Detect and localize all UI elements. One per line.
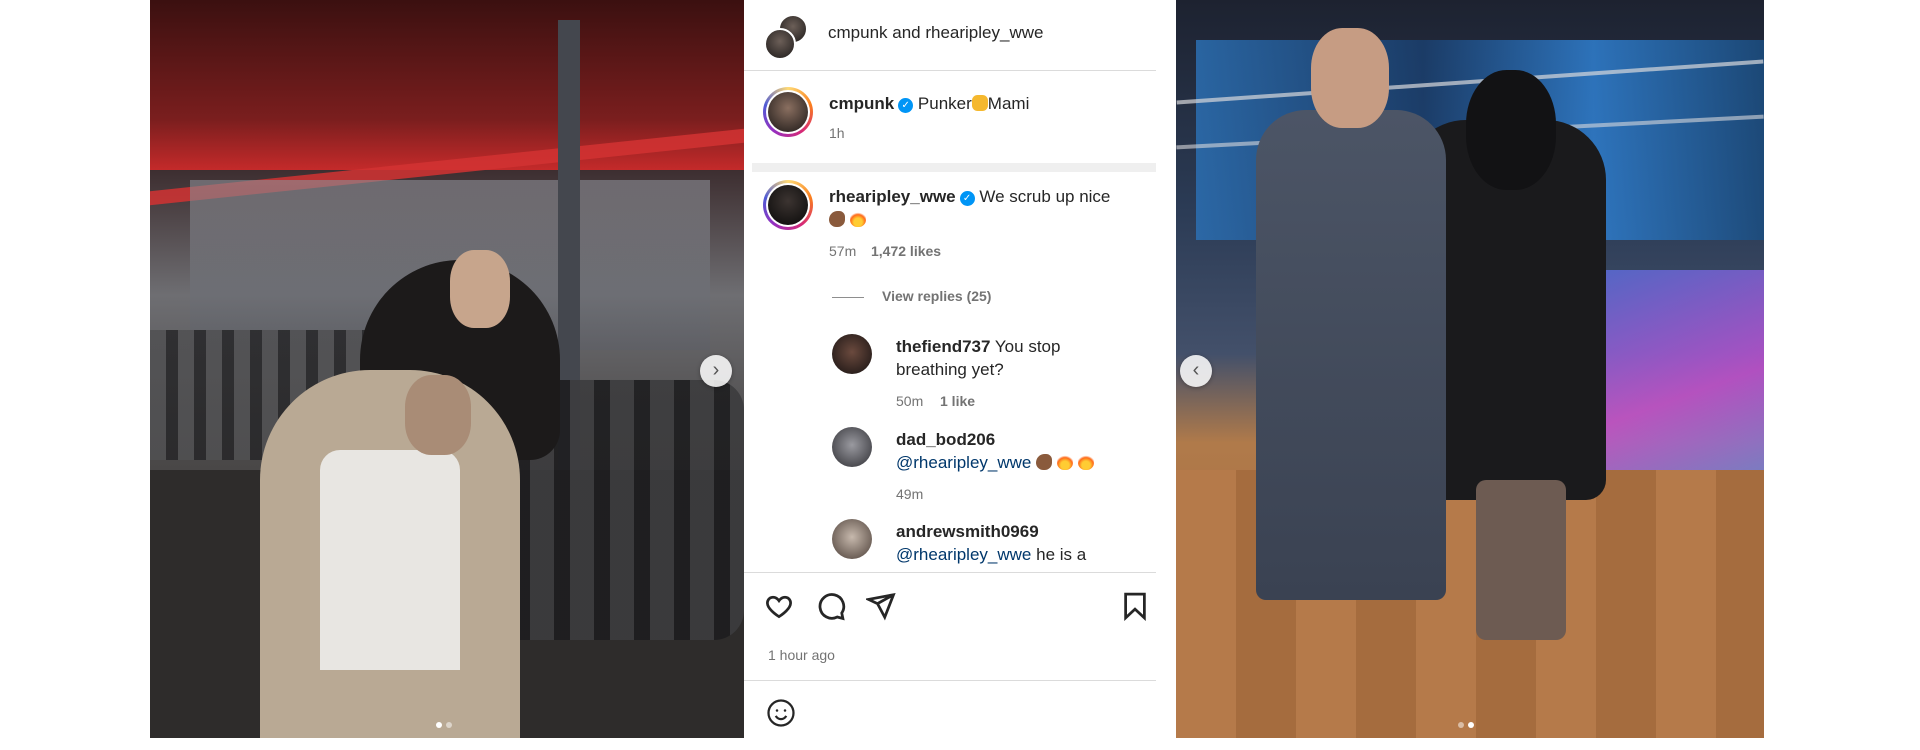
reply-time: 49m — [896, 486, 924, 502]
avatar-thefiend737[interactable] — [832, 334, 872, 374]
previous-photo-button[interactable]: ‹ — [1180, 355, 1212, 387]
reply-text: he is a — [1036, 545, 1087, 564]
reply-time: 50m — [896, 393, 924, 409]
carousel-dot — [1458, 722, 1464, 728]
comment-time: 57m — [829, 243, 857, 259]
comment-icon[interactable] — [816, 591, 846, 621]
reply-likes[interactable]: 1 like — [940, 393, 975, 409]
view-replies-button[interactable]: View replies (25) — [882, 288, 991, 304]
collab-avatars[interactable] — [764, 14, 808, 60]
reply-mention[interactable]: @rhearipley_wwe — [896, 453, 1031, 472]
avatar-andrewsmith0969[interactable] — [832, 519, 872, 559]
fire-emoji-icon — [849, 211, 866, 227]
post-photo-gym: › — [150, 0, 744, 738]
comment-text: We scrub up nice — [979, 187, 1111, 206]
fire-emoji-icon — [1056, 454, 1073, 470]
emoji-icon[interactable] — [766, 698, 796, 728]
reply-line — [832, 297, 864, 298]
photo-region — [320, 450, 460, 670]
avatar-dad-bod206[interactable] — [832, 427, 872, 467]
fist-emoji-icon — [971, 95, 988, 111]
carousel-dot — [436, 722, 442, 728]
caption-text-2: Mami — [987, 94, 1030, 113]
photo-region — [405, 375, 471, 455]
reply-username[interactable]: thefiend737 — [896, 337, 990, 356]
reply-text-2: breathing yet? — [896, 360, 1004, 379]
divider — [744, 680, 1156, 681]
carousel-dots — [436, 722, 452, 728]
photo-region — [1466, 70, 1556, 190]
avatar-cmpunk[interactable] — [763, 87, 813, 137]
divider — [752, 163, 1156, 172]
reply-username[interactable]: dad_bod206 — [896, 430, 995, 449]
avatar — [764, 28, 796, 60]
caption: cmpunk ✓ Punker Mami — [829, 92, 1029, 115]
reply-mention[interactable]: @rhearipley_wwe — [896, 545, 1031, 564]
post-header-title[interactable]: cmpunk and rhearipley_wwe — [828, 21, 1043, 44]
caption-text: Punker — [917, 94, 972, 113]
next-photo-button[interactable]: › — [700, 355, 732, 387]
divider — [744, 572, 1156, 573]
comment-username[interactable]: rhearipley_wwe — [829, 187, 956, 206]
verified-badge-icon: ✓ — [959, 191, 975, 206]
reply: dad_bod206 @rhearipley_wwe — [896, 428, 1136, 474]
photo-region — [1311, 28, 1389, 128]
caption-time: 1h — [829, 125, 845, 141]
caption-username[interactable]: cmpunk — [829, 94, 894, 113]
post-photo-ring: ‹ — [1176, 0, 1764, 738]
avatar-rhearipley[interactable] — [763, 180, 813, 230]
reply-clip: andrewsmith0969 @rhearipley_wwe he is a — [744, 515, 1156, 572]
send-icon[interactable] — [866, 591, 896, 621]
carousel-dot — [1468, 722, 1474, 728]
photo-region — [1256, 110, 1446, 600]
flexed-biceps-emoji-icon — [829, 211, 845, 227]
comment-likes[interactable]: 1,472 likes — [871, 243, 941, 259]
chevron-right-icon: › — [712, 359, 720, 381]
verified-badge-icon: ✓ — [898, 98, 914, 113]
divider — [744, 70, 1156, 71]
reply: andrewsmith0969 @rhearipley_wwe he is a — [896, 520, 1136, 566]
reply: thefiend737 You stop breathing yet? — [896, 335, 1126, 381]
carousel-dots — [1458, 722, 1474, 728]
bookmark-icon[interactable] — [1120, 591, 1150, 621]
chevron-left-icon: ‹ — [1192, 359, 1200, 381]
fire-emoji-icon — [1077, 454, 1094, 470]
photo-region — [1476, 480, 1566, 640]
carousel-dot — [446, 722, 452, 728]
reply-username[interactable]: andrewsmith0969 — [896, 522, 1039, 541]
comment: rhearipley_wwe ✓ We scrub up nice — [829, 185, 1129, 231]
post-timestamp: 1 hour ago — [768, 647, 835, 663]
heart-icon[interactable] — [764, 591, 794, 621]
reply-text: You stop — [994, 337, 1061, 356]
photo-region — [450, 250, 510, 328]
flexed-biceps-emoji-icon — [1036, 454, 1053, 470]
